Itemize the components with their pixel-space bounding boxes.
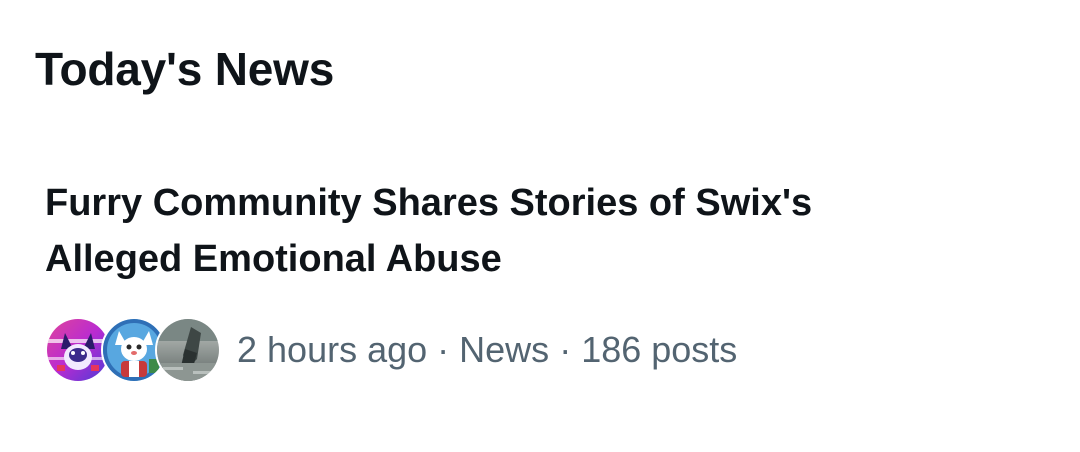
meta-separator: · [559, 329, 572, 370]
story-meta-text: 2 hours ago · News · 186 posts [237, 329, 737, 371]
section-title: Today's News [35, 43, 335, 95]
news-story-card[interactable]: Furry Community Shares Stories of Swix's… [0, 160, 1080, 420]
story-category: News [459, 329, 550, 370]
meta-separator: · [437, 329, 450, 370]
story-meta-row: 2 hours ago · News · 186 posts [45, 315, 737, 385]
avatar-stack [45, 317, 221, 383]
photo-avatar-icon [155, 317, 221, 383]
story-headline[interactable]: Furry Community Shares Stories of Swix's… [45, 175, 945, 287]
story-post-count: 186 posts [581, 329, 738, 370]
story-time: 2 hours ago [237, 329, 428, 370]
